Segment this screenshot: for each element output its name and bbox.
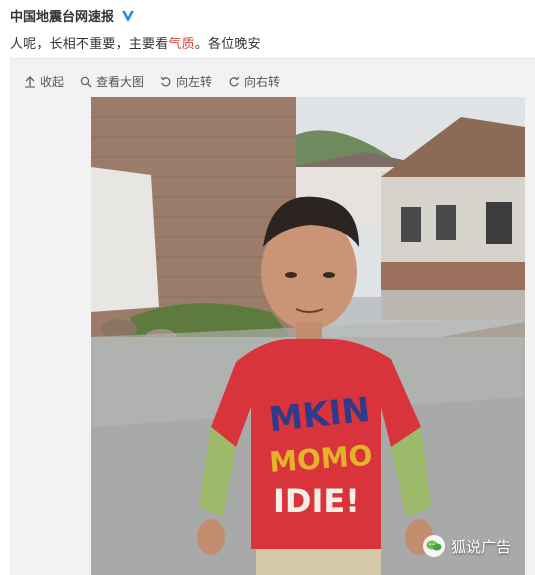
image-toolbar: 收起 查看大图 向左转 向右转 bbox=[24, 73, 280, 90]
collapse-label: 收起 bbox=[40, 75, 65, 89]
post-text-main: 人呢，长相不重要，主要看 bbox=[10, 37, 169, 52]
collapse-icon bbox=[25, 75, 35, 88]
username[interactable]: 中国地震台网速报 bbox=[10, 6, 114, 25]
photo-illustration: MKIN MOMO IDIE! bbox=[91, 97, 525, 575]
wechat-icon bbox=[422, 535, 445, 557]
rotate-left-button[interactable]: 向左转 bbox=[160, 73, 212, 90]
view-large-button[interactable]: 查看大图 bbox=[80, 73, 144, 90]
post-header: 中国地震台网速报 bbox=[10, 6, 136, 25]
watermark: 狐说广告 bbox=[422, 535, 511, 557]
post-photo[interactable]: MKIN MOMO IDIE! 狐说广告 bbox=[91, 97, 525, 575]
rotate-right-label: 向右转 bbox=[244, 75, 281, 89]
rotate-left-label: 向左转 bbox=[176, 75, 213, 89]
watermark-text: 狐说广告 bbox=[450, 537, 511, 556]
post-text-highlight[interactable]: 气质 bbox=[168, 37, 194, 52]
verified-v-icon bbox=[120, 8, 136, 24]
media-card: 收起 查看大图 向左转 向右转 MKIN MOMO IDIE! 狐说广告 bbox=[10, 58, 535, 575]
rotate-right-button[interactable]: 向右转 bbox=[228, 73, 280, 90]
svg-text:IDIE!: IDIE! bbox=[273, 482, 360, 520]
rotate-right-icon bbox=[229, 76, 240, 86]
view-large-label: 查看大图 bbox=[96, 75, 145, 89]
collapse-button[interactable]: 收起 bbox=[24, 73, 64, 90]
post-text-end: 。各位晚安 bbox=[194, 37, 261, 52]
zoom-icon bbox=[80, 76, 92, 87]
post-text: 人呢，长相不重要，主要看气质。各位晚安 bbox=[10, 33, 261, 52]
rotate-left-icon bbox=[160, 76, 171, 86]
